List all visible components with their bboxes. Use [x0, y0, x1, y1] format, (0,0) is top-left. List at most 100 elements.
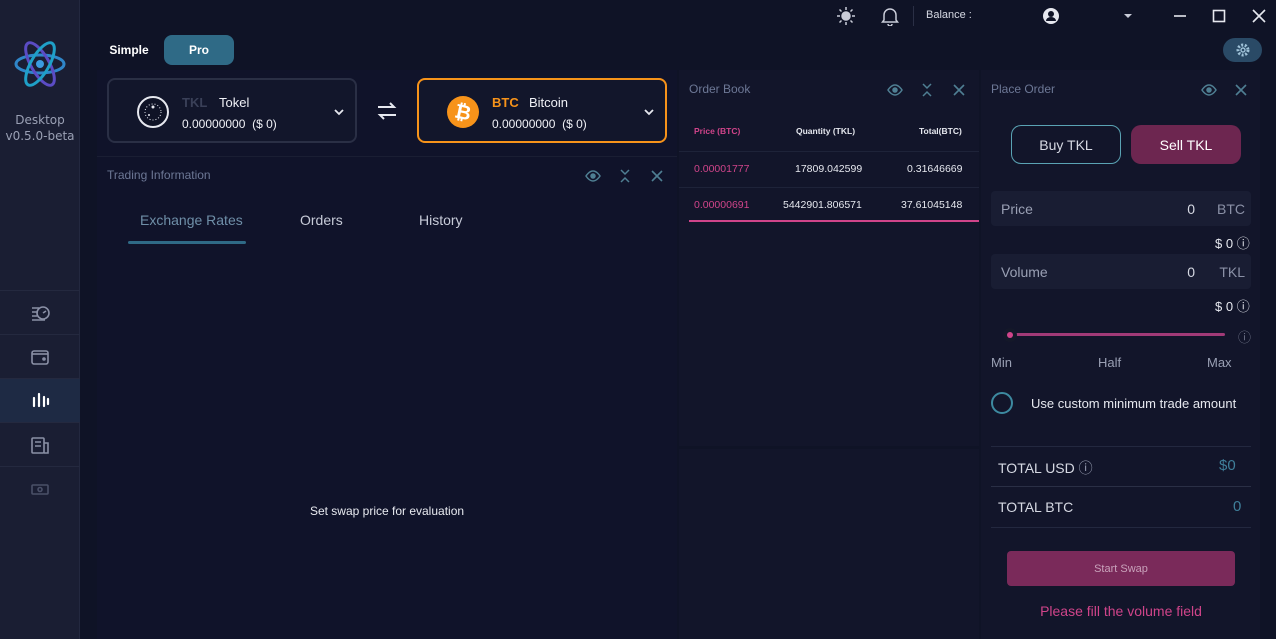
total-cell: 37.61045148: [901, 199, 963, 211]
place-order-title: Place Order: [991, 82, 1056, 96]
settings-button[interactable]: [1223, 38, 1262, 62]
gear-icon: [1236, 43, 1249, 57]
buy-coin-balance: 0.00000000 ($ 0): [492, 117, 587, 131]
app-name: Desktop: [15, 113, 65, 127]
divider: [991, 486, 1251, 487]
buy-coin-name: Bitcoin: [529, 95, 569, 110]
info-icon[interactable]: ⓘ: [1237, 299, 1250, 314]
validation-message: Please fill the volume field: [1040, 603, 1202, 619]
price-cell: 0.00001777: [694, 163, 750, 175]
order-book-title: Order Book: [689, 82, 751, 96]
header-total: Total(BTC): [919, 126, 962, 136]
active-tab-indicator: [128, 241, 246, 244]
trading-information-title: Trading Information: [107, 168, 211, 182]
speed-dashboard-icon: [32, 305, 50, 321]
exchange-chart-icon: [32, 392, 50, 407]
swap-arrows-icon[interactable]: [374, 100, 400, 122]
divider: [913, 6, 914, 26]
total-btc-label: TOTAL BTC: [998, 499, 1074, 515]
buy-coin-ticker: BTC: [492, 95, 519, 110]
total-usd-label: TOTAL USD ⓘ: [998, 460, 1093, 476]
tab-history[interactable]: History: [419, 212, 463, 228]
selected-row-indicator: [689, 220, 979, 222]
chevron-down-icon[interactable]: [1118, 6, 1138, 26]
buy-tkl-button[interactable]: Buy TKL: [1011, 125, 1121, 164]
collapse-icon[interactable]: [617, 168, 633, 184]
close-icon[interactable]: [951, 82, 967, 98]
quantity-cell: 5442901.806571: [783, 199, 862, 211]
nav-history[interactable]: [0, 422, 80, 466]
tokel-coin-icon: [137, 96, 169, 128]
app-logo-icon: [14, 41, 66, 87]
nav-fiat[interactable]: [0, 466, 80, 510]
user-icon[interactable]: [1041, 6, 1061, 26]
bitcoin-coin-icon: ₿: [447, 96, 479, 128]
slider-half-label[interactable]: Half: [1098, 355, 1121, 370]
info-icon[interactable]: ⓘ: [1237, 236, 1250, 251]
divider: [991, 527, 1251, 528]
volume-usd: $ 0 ⓘ: [1215, 299, 1250, 314]
buy-coin-selector[interactable]: ₿ BTC Bitcoin 0.00000000 ($ 0): [417, 78, 667, 143]
volume-slider-track[interactable]: [1011, 333, 1225, 336]
chevron-down-icon: [334, 109, 344, 116]
volume-unit: TKL: [1219, 264, 1245, 280]
price-cell: 0.00000691: [694, 199, 750, 211]
divider: [991, 446, 1251, 447]
price-unit: BTC: [1217, 201, 1245, 217]
custom-minimum-label[interactable]: Use custom minimum trade amount: [1031, 396, 1236, 411]
tab-orders[interactable]: Orders: [300, 212, 343, 228]
quantity-cell: 17809.042599: [795, 163, 863, 175]
nav-exchange[interactable]: [0, 378, 80, 422]
close-icon[interactable]: [1249, 6, 1269, 26]
price-label: Price: [1001, 201, 1033, 217]
empty-state-message: Set swap price for evaluation: [309, 504, 465, 518]
tab-exchange-rates[interactable]: Exchange Rates: [140, 212, 243, 228]
fiat-card-icon: [31, 483, 49, 495]
divider: [679, 151, 979, 152]
eye-icon[interactable]: [887, 82, 903, 98]
mode-simple-button[interactable]: Simple: [100, 35, 158, 65]
eye-icon[interactable]: [1201, 82, 1217, 98]
close-icon[interactable]: [649, 168, 665, 184]
mode-pro-button[interactable]: Pro: [164, 35, 234, 65]
start-swap-button[interactable]: Start Swap: [1007, 551, 1235, 586]
balance-label: Balance :: [926, 9, 972, 21]
order-book-lower-panel: [679, 449, 979, 639]
nav-wallet[interactable]: [0, 334, 80, 378]
history-receipt-icon: [31, 436, 49, 454]
slider-handle-dot: [1007, 332, 1013, 338]
price-value[interactable]: 0: [1187, 201, 1195, 217]
maximize-icon[interactable]: [1209, 6, 1229, 26]
sell-tkl-button[interactable]: Sell TKL: [1131, 125, 1241, 164]
notification-bell-icon[interactable]: [880, 6, 900, 26]
sell-coin-ticker: TKL: [182, 95, 208, 110]
total-usd-value: $0: [1219, 457, 1236, 474]
sell-coin-name: Tokel: [219, 95, 250, 110]
price-field[interactable]: Price 0 BTC: [991, 191, 1251, 226]
info-icon[interactable]: ⓘ: [1079, 460, 1093, 476]
title-bar: [80, 0, 1276, 32]
sidebar: Desktop v0.5.0-beta: [0, 0, 80, 639]
theme-sun-icon[interactable]: [836, 6, 856, 26]
header-price: Price (BTC): [694, 126, 741, 136]
app-version: v0.5.0-beta: [5, 129, 75, 143]
volume-field[interactable]: Volume 0 TKL: [991, 254, 1251, 289]
volume-value[interactable]: 0: [1187, 264, 1195, 280]
nav-dashboard[interactable]: [0, 290, 80, 334]
header-quantity: Quantity (TKL): [796, 126, 856, 136]
trading-information-panel: [97, 156, 677, 639]
divider: [679, 187, 979, 188]
sell-coin-balance: 0.00000000 ($ 0): [182, 117, 277, 131]
eye-icon[interactable]: [585, 168, 601, 184]
minimize-icon[interactable]: [1170, 6, 1190, 26]
total-btc-value: 0: [1233, 498, 1242, 515]
sell-coin-selector[interactable]: TKL Tokel 0.00000000 ($ 0): [107, 78, 357, 143]
collapse-icon[interactable]: [919, 82, 935, 98]
close-icon[interactable]: [1233, 82, 1249, 98]
custom-minimum-radio[interactable]: [991, 392, 1013, 414]
price-usd: $ 0 ⓘ: [1215, 236, 1250, 251]
info-icon[interactable]: ⓘ: [1238, 327, 1251, 346]
volume-label: Volume: [1001, 264, 1048, 280]
slider-min-label[interactable]: Min: [991, 355, 1012, 370]
slider-max-label[interactable]: Max: [1207, 355, 1232, 370]
